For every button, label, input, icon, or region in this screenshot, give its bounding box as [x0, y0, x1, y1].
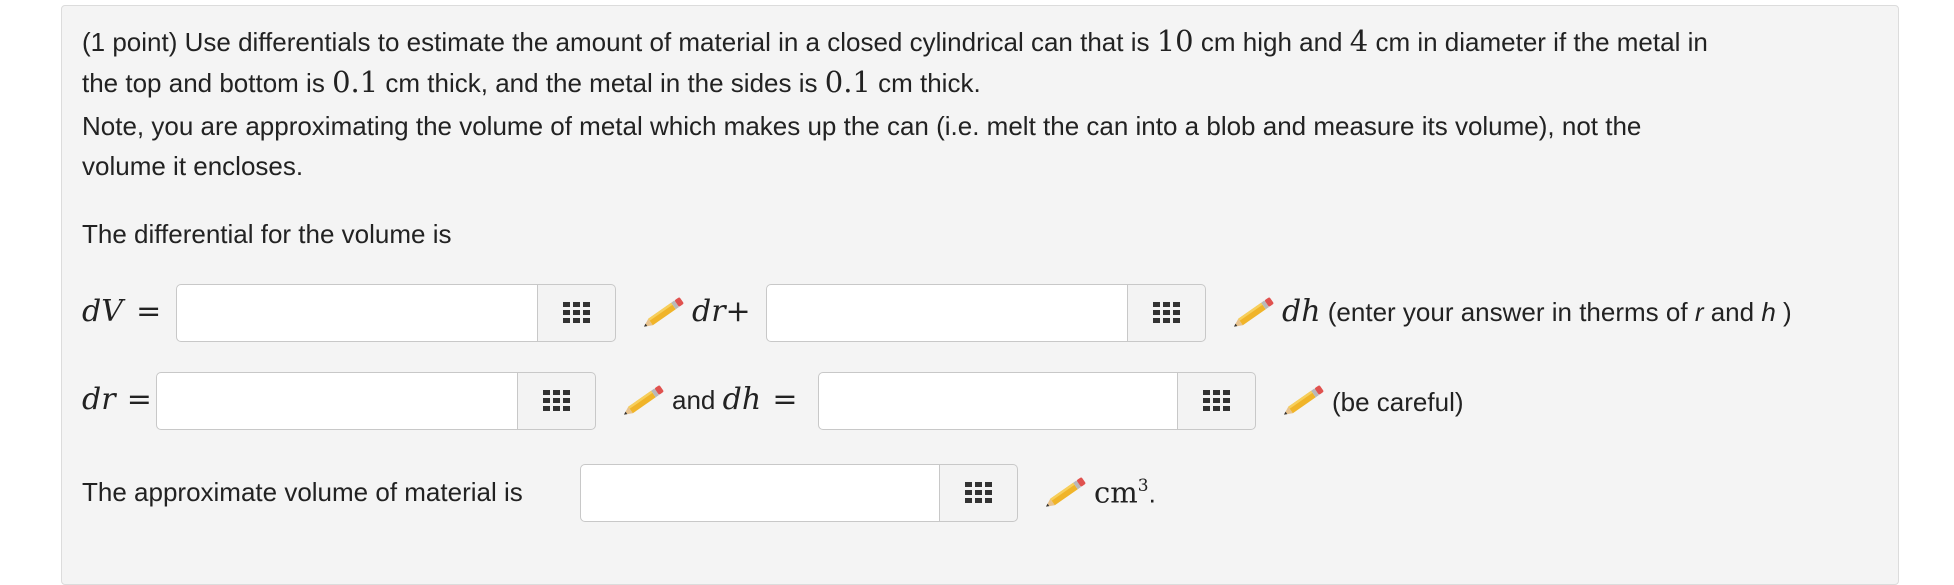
keypad-grid-icon [562, 302, 590, 323]
equation-editor-button[interactable] [518, 372, 596, 430]
pencil-icon[interactable] [634, 292, 690, 336]
equation-editor-button[interactable] [538, 284, 616, 342]
problem-text: (1 point) Use differentials to estimate … [82, 27, 1150, 57]
dr-label: dr = [82, 382, 152, 417]
problem-text: cm in diameter if the metal in [1375, 27, 1708, 57]
problem-line-2: the top and bottom is 0.1 cm thick, and … [82, 66, 981, 99]
dV-dh-coefficient-input[interactable] [766, 284, 1128, 342]
equation-editor-button[interactable] [940, 464, 1018, 522]
problem-text: cm thick. [878, 68, 981, 98]
pencil-icon[interactable] [1036, 472, 1092, 516]
dh-input[interactable] [818, 372, 1178, 430]
dV-label: dV = [82, 294, 162, 329]
keypad-grid-icon [1202, 390, 1230, 411]
dV-dr-coefficient-input[interactable] [176, 284, 538, 342]
problem-line-1: (1 point) Use differentials to estimate … [82, 25, 1708, 58]
top-thickness-value: 0.1 [332, 65, 379, 99]
differential-intro: The differential for the volume is [82, 219, 452, 249]
pencil-icon[interactable] [1274, 380, 1330, 424]
volume-unit: cm3. [1094, 475, 1156, 510]
side-thickness-value: 0.1 [824, 65, 871, 99]
keypad-grid-icon [1152, 302, 1180, 323]
be-careful-note: (be careful) [1332, 387, 1464, 417]
note-line-2: volume it encloses. [82, 151, 304, 181]
keypad-grid-icon [542, 390, 570, 411]
note-line-1: Note, you are approximating the volume o… [82, 111, 1642, 141]
dr-term: dr+ [692, 294, 751, 329]
volume-label: The approximate volume of material is [82, 477, 523, 507]
dr-input[interactable] [156, 372, 518, 430]
equation-editor-button[interactable] [1178, 372, 1256, 430]
height-value: 10 [1156, 24, 1194, 58]
problem-text: cm high and [1200, 27, 1343, 57]
problem-text: the top and bottom is [82, 68, 325, 98]
diameter-value: 4 [1349, 24, 1369, 58]
pencil-icon[interactable] [614, 380, 670, 424]
volume-input[interactable] [580, 464, 940, 522]
problem-text: cm thick, and the metal in the sides is [385, 68, 818, 98]
equation-editor-button[interactable] [1128, 284, 1206, 342]
pencil-icon[interactable] [1224, 292, 1280, 336]
and-dh-label: and dh = [672, 382, 798, 417]
dh-hint: dh (enter your answer in therms of r and… [1282, 294, 1792, 329]
keypad-grid-icon [964, 482, 992, 503]
